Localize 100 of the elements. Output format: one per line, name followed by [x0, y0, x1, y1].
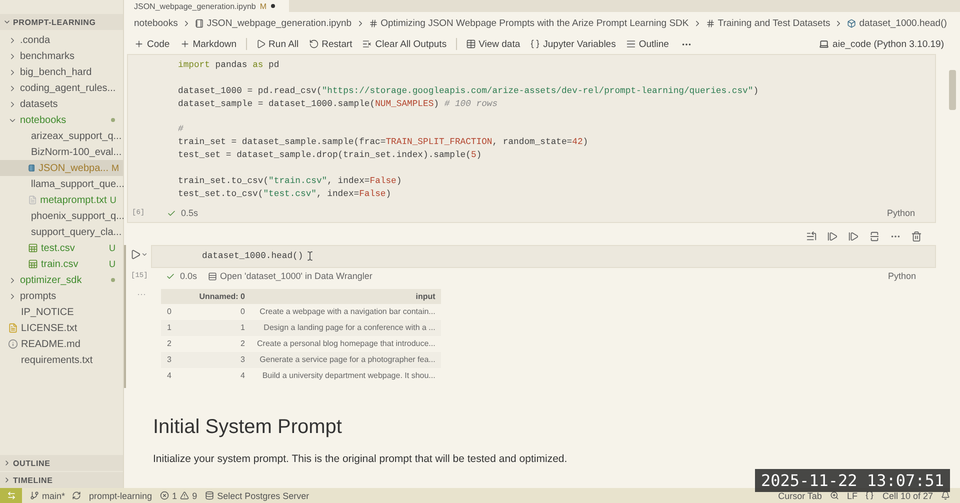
delete-icon[interactable]	[911, 230, 922, 242]
table-cell: Design a landing page for a conference with a ...	[264, 323, 436, 332]
chevron-down-icon	[141, 251, 148, 258]
file-item[interactable]: train.csv U	[0, 256, 123, 272]
spreadsheet-icon	[28, 259, 38, 269]
code-line: test_set = dataset_sample.drop(train_set.index).sample(5)	[178, 149, 482, 162]
sync-icon	[72, 491, 82, 500]
file-item[interactable]: test.csv U	[0, 240, 123, 256]
remote-icon	[6, 491, 16, 500]
clear-list-icon	[362, 39, 372, 49]
file-item[interactable]: README.md	[0, 336, 123, 352]
database-picker[interactable]: Select Postgres Server	[205, 490, 310, 500]
language-label[interactable]: Python	[888, 271, 916, 282]
file-item[interactable]: metaprompt.txt U	[0, 192, 123, 208]
toolbar-button[interactable]: Clear All Outputs	[358, 36, 451, 52]
table-icon	[208, 272, 218, 281]
folder-item[interactable]: benchmarks	[0, 48, 123, 64]
section-paragraph: Initialize your system prompt. This is the original prompt that will be tested and optimized.	[153, 452, 568, 465]
bell-icon[interactable]	[941, 491, 950, 500]
toolbar-button[interactable]: Outline	[622, 36, 673, 52]
editor-tab[interactable]: JSON_webpage_generation.ipynb M	[124, 0, 289, 12]
folder-item[interactable]: big_bench_hard	[0, 64, 123, 80]
breadcrumb-item[interactable]: JSON_webpage_generation.ipynb	[194, 18, 352, 28]
split-cell-icon[interactable]	[869, 230, 880, 242]
code-line: train_set.to_csv("train.csv", index=False)	[178, 175, 402, 188]
execute-above-icon[interactable]	[827, 230, 838, 242]
file-item[interactable]: requirements.txt	[0, 352, 123, 368]
table-cell: Build a university department webpage. It shou...	[262, 371, 436, 380]
plus-icon	[180, 39, 190, 49]
folder-item[interactable]: prompts	[0, 288, 123, 304]
language-label[interactable]: Python	[886, 208, 915, 218]
toolbar-button[interactable]: View data	[462, 36, 524, 52]
toolbar-button[interactable]: Run All	[252, 36, 303, 52]
data-wrangler-link[interactable]: Open 'dataset_1000' in Data Wrangler	[202, 271, 372, 282]
file-item[interactable]: support_query_cla...	[0, 224, 123, 240]
toolbar-button[interactable]: Restart	[304, 36, 356, 52]
table-cell: 4	[167, 371, 172, 380]
toolbar-button[interactable]: Jupyter Variables	[526, 36, 620, 52]
folder-item[interactable]: coding_agent_rules...	[0, 80, 123, 96]
line-ending[interactable]: LF	[846, 490, 858, 500]
table-cell: Create a webpage with a navigation bar contain...	[260, 307, 436, 316]
cursor-tab-status[interactable]: Cursor Tab	[778, 490, 822, 500]
code-editor[interactable]: dataset_1000.head()	[152, 246, 304, 267]
folder-item[interactable]: optimizer_sdk	[0, 272, 123, 288]
run-by-line-icon[interactable]	[806, 230, 817, 242]
breadcrumb-item[interactable]: notebooks	[134, 18, 178, 28]
table-cell: 2	[167, 339, 172, 348]
code-line: dataset_sample = dataset_1000.sample(NUM_SAMPLES) # 100 rows	[178, 98, 498, 111]
code-line: train_set = dataset_sample.sample(frac=TRAIN_SPLIT_FRACTION, random_state=42)	[178, 136, 588, 150]
text-file-icon	[28, 195, 38, 205]
notebook-icon	[194, 18, 204, 28]
explorer-header[interactable]: PROMPT-LEARNING	[0, 14, 123, 30]
run-icon	[256, 39, 266, 49]
file-item[interactable]: phoenix_support_q...	[0, 208, 123, 224]
check-icon	[167, 208, 176, 218]
run-time: 0.0s	[180, 271, 198, 282]
file-item[interactable]: IP_NOTICE	[0, 304, 123, 320]
file-item[interactable]: arizeax_support_q...	[0, 128, 123, 144]
file-item[interactable]: llama_support_que...	[0, 176, 123, 192]
kernel-picker[interactable]: aie_code (Python 3.10.19)	[812, 38, 950, 50]
folder-item[interactable]: notebooks	[0, 112, 123, 128]
table-cell: 1	[240, 323, 245, 332]
file-item[interactable]: BizNorm-100_eval...	[0, 144, 123, 160]
table-cell: 1	[167, 323, 172, 332]
code-line: dataset_1000.head()	[202, 250, 304, 263]
branch-indicator[interactable]: main*	[30, 490, 82, 500]
column-header: input	[416, 292, 436, 301]
table-cell: 0	[167, 307, 172, 316]
table-cell: 3	[240, 355, 245, 364]
braces-icon[interactable]	[865, 491, 874, 500]
breadcrumb-item[interactable]: Optimizing JSON Webpage Prompts with the Arize Prompt Learning SDK	[368, 18, 689, 28]
table-cell: 2	[240, 339, 245, 348]
folder-item[interactable]: datasets	[0, 96, 123, 112]
panel-header[interactable]: TIMELINE	[0, 472, 123, 488]
project-name[interactable]: prompt-learning	[89, 490, 152, 500]
table-cell: Generate a service page for a photographer fea...	[260, 355, 436, 364]
breadcrumb-item[interactable]: dataset_1000.head()	[847, 18, 947, 28]
table-cell: 0	[240, 307, 245, 316]
code-line: #	[178, 123, 184, 136]
file-item[interactable]: LICENSE.txt	[0, 320, 123, 336]
toolbar-button[interactable]: Markdown	[176, 36, 241, 52]
problems-indicator[interactable]: 1 9	[160, 490, 198, 500]
panel-header[interactable]: OUTLINE	[0, 455, 123, 471]
plus-icon	[134, 39, 144, 49]
error-icon	[160, 491, 170, 500]
chevron-right-icon	[3, 459, 11, 467]
toolbar-button[interactable]: Code	[130, 36, 174, 52]
folder-item[interactable]: .conda	[0, 32, 123, 48]
zoom-icon[interactable]	[830, 491, 839, 500]
laptop-icon	[818, 39, 829, 49]
timestamp-overlay: 2025-11-22 13:07:51	[754, 469, 950, 492]
execute-below-icon[interactable]	[848, 230, 859, 242]
notebook-icon	[28, 163, 36, 173]
breadcrumb-item[interactable]: Training and Test Datasets	[706, 18, 830, 28]
cell-position[interactable]: Cell 10 of 27	[882, 490, 933, 500]
play-icon	[130, 249, 141, 260]
info-icon	[8, 339, 18, 349]
spreadsheet-icon	[28, 243, 38, 253]
table-cell: 3	[167, 355, 172, 364]
scrollbar-thumb[interactable]	[949, 70, 956, 110]
